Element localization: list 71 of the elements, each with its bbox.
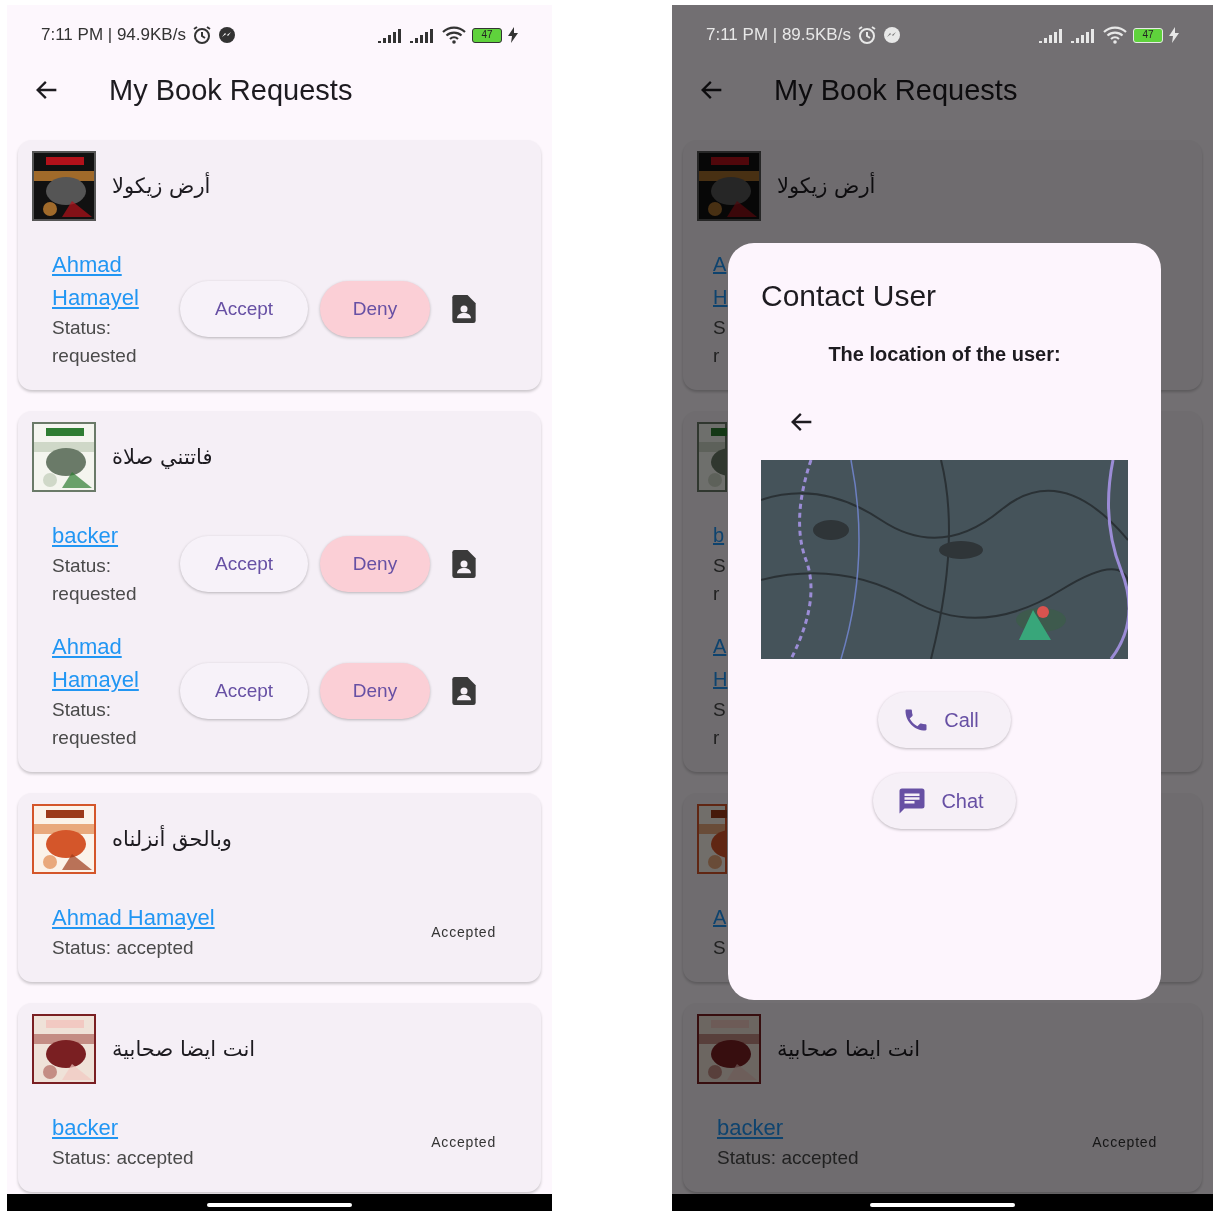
battery-level: 47 <box>1133 27 1163 43</box>
status-text: Status: accepted <box>717 1146 859 1170</box>
accepted-label: Accepted <box>431 923 496 940</box>
chat-icon <box>897 786 928 816</box>
messenger-icon <box>217 26 236 44</box>
user-link[interactable]: A <box>713 901 727 934</box>
accept-button[interactable]: Accept <box>180 663 308 719</box>
alarm-icon <box>856 25 877 45</box>
chat-button[interactable]: Chat <box>873 773 1016 829</box>
contact-button[interactable] <box>452 677 476 705</box>
user-link[interactable]: H <box>713 281 728 314</box>
status-text: r <box>713 582 720 606</box>
user-link[interactable]: backer <box>52 1111 119 1144</box>
accept-button[interactable]: Accept <box>180 281 308 337</box>
contact-icon <box>452 549 476 578</box>
user-link[interactable]: H <box>713 663 728 696</box>
user-link[interactable]: Ahmad Hamayel <box>52 248 167 314</box>
dialog-title: Contact User <box>761 279 938 313</box>
user-link[interactable]: A <box>713 630 727 663</box>
accepted-label: Accepted <box>431 1133 496 1150</box>
contact-icon <box>452 677 476 705</box>
deny-button[interactable]: Deny <box>320 535 430 592</box>
wifi-icon <box>1103 26 1127 44</box>
status-text: Status: requested <box>52 698 138 750</box>
user-link[interactable]: Ahmad Hamayel <box>52 630 167 696</box>
status-time: 7:11 PM | 94.9KB/s <box>41 25 186 45</box>
messenger-icon <box>882 26 901 44</box>
signal-icon <box>1039 27 1065 43</box>
book-title: وبالحق أنزلناه <box>112 827 232 851</box>
alarm-icon <box>191 25 212 45</box>
user-link[interactable]: A <box>713 248 727 281</box>
charging-icon <box>508 27 518 43</box>
status-text: S <box>713 554 726 578</box>
status-text: Status: requested <box>52 316 138 368</box>
charging-icon <box>1169 27 1179 43</box>
contact-icon <box>452 295 476 323</box>
home-indicator[interactable] <box>207 1202 352 1207</box>
deny-button[interactable]: Deny <box>320 281 430 337</box>
status-time: 7:11 PM | 89.5KB/s <box>706 25 851 45</box>
status-text: S <box>713 316 726 340</box>
wifi-icon <box>442 26 466 44</box>
contact-button[interactable] <box>452 295 476 323</box>
page-title: My Book Requests <box>774 73 1018 107</box>
status-text: Status: requested <box>52 554 138 606</box>
dialog-subtitle: The location of the user: <box>827 343 1062 366</box>
user-link[interactable]: b <box>713 519 725 552</box>
status-text: Status: accepted <box>52 1146 194 1170</box>
signal-icon <box>410 27 436 43</box>
book-title: أرض زيكولا <box>112 174 211 198</box>
user-link[interactable]: backer <box>52 519 119 552</box>
status-text: Status: accepted <box>52 936 194 960</box>
status-text: r <box>713 344 720 368</box>
signal-icon <box>1071 27 1097 43</box>
book-title: فاتتني صلاة <box>112 445 213 469</box>
book-title: أرض زيكولا <box>777 174 876 198</box>
user-link[interactable]: backer <box>717 1111 784 1144</box>
signal-icon <box>378 27 404 43</box>
book-title: انت ايضا صحابية <box>777 1037 921 1061</box>
accept-button[interactable]: Accept <box>180 535 308 592</box>
battery-level: 47 <box>472 27 502 43</box>
page-title: My Book Requests <box>109 73 353 107</box>
status-text: S <box>713 936 726 960</box>
home-indicator[interactable] <box>870 1202 1015 1207</box>
contact-button[interactable] <box>452 549 476 578</box>
call-button[interactable]: Call <box>878 692 1011 748</box>
accepted-label: Accepted <box>1092 1133 1157 1150</box>
status-text: S <box>713 698 726 722</box>
status-text: r <box>713 726 720 750</box>
book-title: انت ايضا صحابية <box>112 1037 256 1061</box>
deny-button[interactable]: Deny <box>320 663 430 719</box>
user-link[interactable]: Ahmad Hamayel <box>52 901 215 934</box>
